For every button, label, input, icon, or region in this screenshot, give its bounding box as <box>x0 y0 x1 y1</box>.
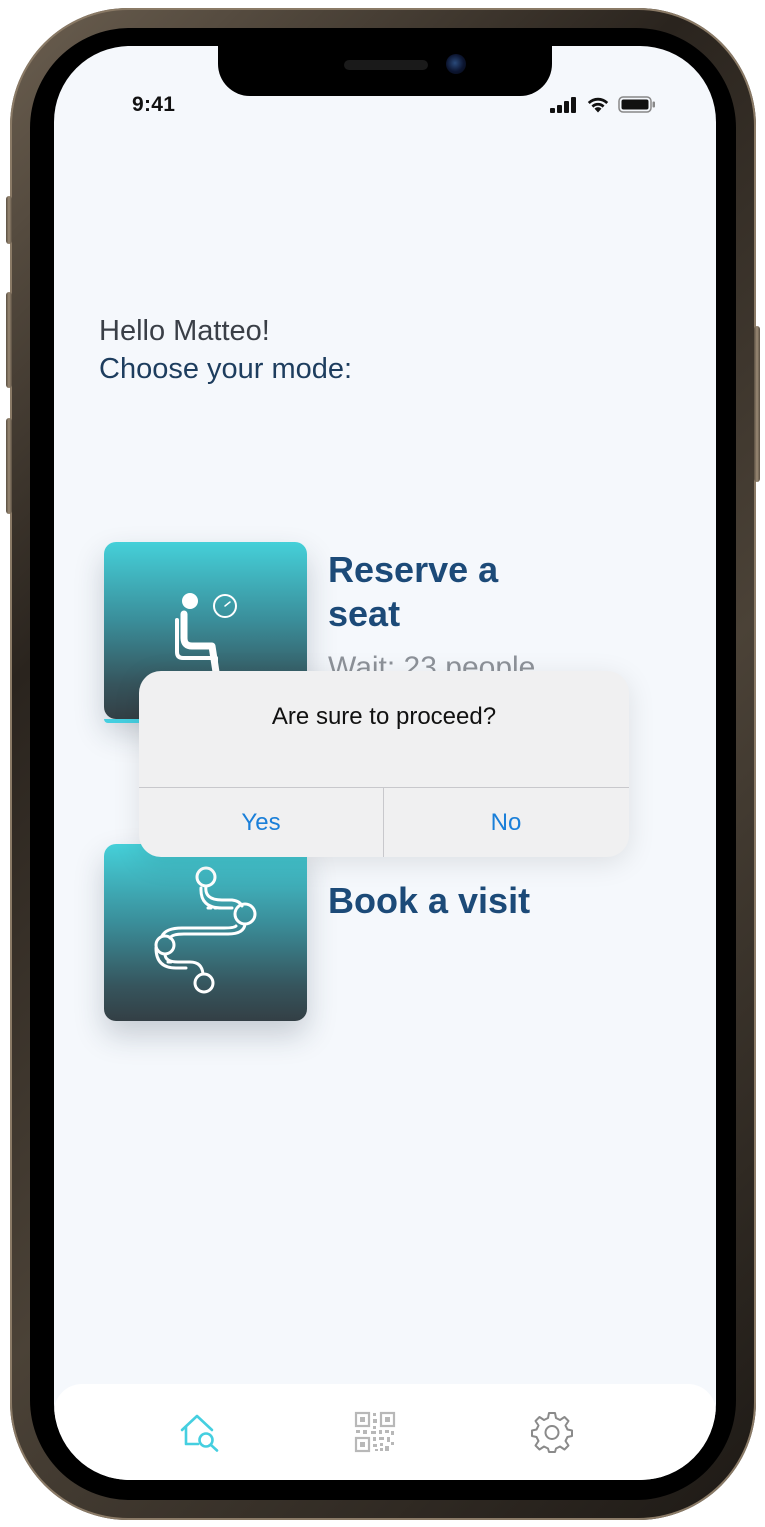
confirm-dialog: Are sure to proceed? Yes No <box>139 671 629 857</box>
silent-switch <box>6 196 12 244</box>
power-button <box>754 326 760 482</box>
book-visit-tile[interactable] <box>104 844 307 1021</box>
app-screen: 9:41 Hello Matteo! Choose your mode: Res… <box>54 46 716 1480</box>
speaker-grille <box>344 60 428 70</box>
status-time: 9:41 <box>132 93 176 116</box>
qr-code-icon <box>354 1411 396 1453</box>
notch <box>218 46 552 96</box>
tab-bar <box>54 1384 716 1480</box>
dialog-message: Are sure to proceed? <box>271 703 497 730</box>
volume-up-button <box>6 292 12 388</box>
signal-icon <box>550 96 576 113</box>
wifi-icon <box>587 97 609 113</box>
greeting-hello: Hello Matteo! <box>99 315 270 347</box>
battery-icon <box>618 96 655 113</box>
yes-button[interactable]: Yes <box>139 788 383 857</box>
book-visit-title[interactable]: Book a visit <box>328 879 568 923</box>
greeting: Hello Matteo! Choose your mode: <box>99 312 352 388</box>
tab-home[interactable] <box>178 1410 222 1454</box>
tab-qr[interactable] <box>353 1410 397 1454</box>
no-button[interactable]: No <box>384 788 628 857</box>
greeting-prompt: Choose your mode: <box>99 353 353 385</box>
route-path-icon <box>154 866 257 994</box>
volume-down-button <box>6 418 12 514</box>
tab-settings[interactable] <box>530 1410 574 1454</box>
camera-icon <box>446 54 466 74</box>
reserve-seat-title[interactable]: Reserve a seat <box>328 548 568 636</box>
gear-icon <box>531 1412 573 1453</box>
home-search-icon <box>180 1414 219 1452</box>
status-icons <box>550 96 656 113</box>
